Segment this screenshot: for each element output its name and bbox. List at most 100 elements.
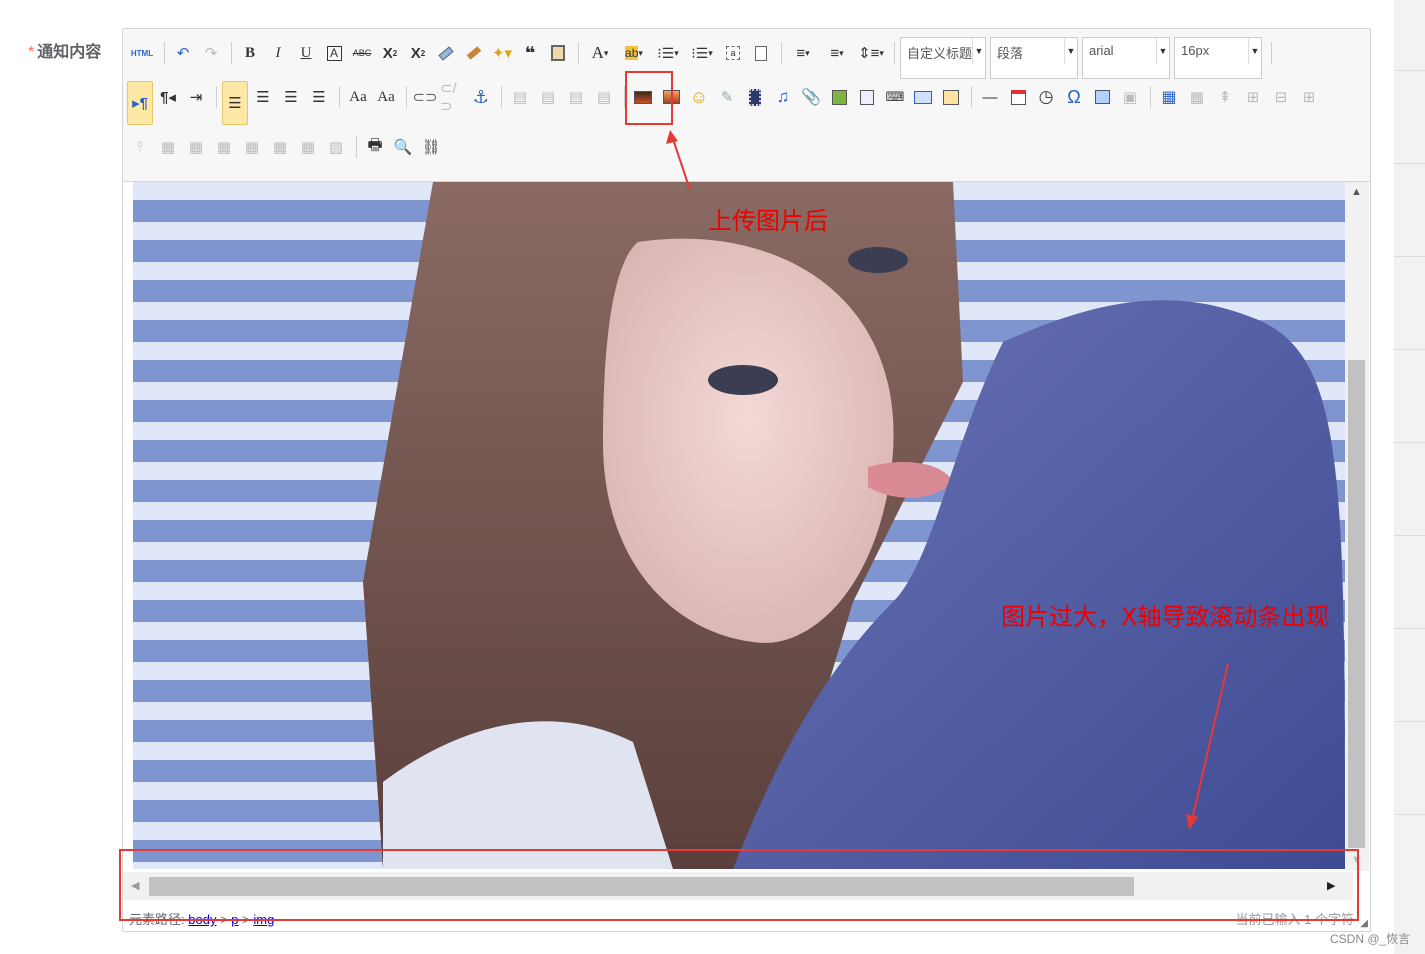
line-height-button[interactable]: ⇕≡ ▾ xyxy=(855,39,887,67)
custom-heading-select[interactable]: 自定义标题 ▼ xyxy=(900,37,986,79)
font-family-select[interactable]: arial ▼ xyxy=(1082,37,1170,79)
separator xyxy=(1150,86,1151,108)
scrawl-button[interactable]: ✎ xyxy=(714,83,740,111)
merge-down-button[interactable]: ▦ xyxy=(211,133,237,161)
separator xyxy=(164,42,165,64)
scroll-up-icon[interactable]: ▲ xyxy=(1351,186,1362,198)
csdn-watermark: CSDN @_恢言 xyxy=(1330,932,1411,946)
clear-doc-button[interactable] xyxy=(748,39,774,67)
font-color-button[interactable]: A ▾ xyxy=(584,39,616,67)
toolbar-row-1: HTML ↶ ↷ B I U A ABC X2 X2 ✦▾ ❝ A ▾ ab ▾ ⁝… xyxy=(127,33,1277,79)
uppercase-button[interactable]: Aa xyxy=(345,83,371,111)
ltr-direction-button[interactable]: ▸¶ xyxy=(127,81,153,125)
vertical-scrollbar[interactable]: ▲ ▼ xyxy=(1345,182,1369,871)
unlink-button[interactable]: ⊂/⊃ xyxy=(440,80,466,115)
uploaded-image[interactable] xyxy=(133,182,1345,869)
notice-content-label: * 通知内容 xyxy=(28,38,101,62)
merge-right-button[interactable]: ▦ xyxy=(183,133,209,161)
paste-plain-button[interactable] xyxy=(545,39,571,67)
merge-cells-button[interactable]: ▦ xyxy=(155,133,181,161)
image-left-button[interactable]: ▤ xyxy=(535,83,561,111)
split-to-rows-button[interactable]: ▦ xyxy=(267,133,293,161)
font-border-button[interactable]: A xyxy=(321,39,347,67)
delete-table-button[interactable]: ▦ xyxy=(1184,83,1210,111)
insert-col-button[interactable]: ⊞ xyxy=(1296,83,1322,111)
lowercase-button[interactable]: Aa xyxy=(373,83,399,111)
scroll-arrow xyxy=(1186,663,1229,830)
html-source-button[interactable]: HTML xyxy=(127,39,157,67)
music-button[interactable]: ♫ xyxy=(770,83,796,111)
preview-button[interactable]: 🔍 xyxy=(390,133,416,161)
resize-handle-icon[interactable]: ◢ xyxy=(1360,918,1368,929)
separator xyxy=(231,42,232,64)
format-painter-button[interactable] xyxy=(461,39,487,67)
insert-paragraph-before-table-button[interactable]: ⇞ xyxy=(1212,83,1238,111)
justify-full-button[interactable]: ☰ xyxy=(306,83,332,111)
redo-button[interactable]: ↷ xyxy=(198,39,224,67)
row-spacing-top-button[interactable]: ≡ ▾ xyxy=(787,39,819,67)
blockquote-button[interactable]: ❝ xyxy=(517,39,543,67)
upload-annotation: 上传图片后 xyxy=(708,207,828,235)
insert-frame-button[interactable] xyxy=(854,83,880,111)
superscript-button[interactable]: X2 xyxy=(377,39,403,67)
upload-arrow xyxy=(666,130,691,191)
undo-button[interactable]: ↶ xyxy=(170,39,196,67)
anchor-button[interactable]: ⚓ xyxy=(468,83,494,111)
split-to-cols-button[interactable]: ▦ xyxy=(295,133,321,161)
separator xyxy=(781,42,782,64)
page-break-button[interactable] xyxy=(910,83,936,111)
special-chars-button[interactable]: Ω xyxy=(1061,83,1087,111)
justify-right-button[interactable]: ☰ xyxy=(278,83,304,111)
rtl-direction-button[interactable]: ¶◂ xyxy=(155,83,181,111)
bold-button[interactable]: B xyxy=(237,39,263,67)
ordered-list-button[interactable]: ⁝☰ ▾ xyxy=(652,39,684,67)
justify-left-button[interactable]: ☰ xyxy=(222,81,248,125)
select-all-button[interactable]: a xyxy=(720,39,746,67)
strikethrough-button[interactable]: ABC xyxy=(349,39,375,67)
insert-table-button[interactable]: ▦ xyxy=(1156,83,1182,111)
justify-center-button[interactable]: ☰ xyxy=(250,83,276,111)
auto-typeset-button[interactable]: ✦▾ xyxy=(489,39,515,67)
image-right-button[interactable]: ▤ xyxy=(563,83,589,111)
image-center-button[interactable]: ▤ xyxy=(591,83,617,111)
insert-row-button[interactable]: ⊞ xyxy=(1240,83,1266,111)
row-spacing-bottom-button[interactable]: ≡ ▾ xyxy=(821,39,853,67)
font-border-icon: A xyxy=(326,45,342,61)
scrollbar-highlight-box xyxy=(119,849,1359,921)
indent-button[interactable]: ⇥ xyxy=(183,83,209,111)
insert-code-button[interactable]: ⌨ xyxy=(882,83,908,111)
time-button[interactable]: ◷ xyxy=(1033,83,1059,111)
delete-row-button[interactable]: ⊟ xyxy=(1268,83,1294,111)
remove-format-button[interactable] xyxy=(433,39,459,67)
subscript-button[interactable]: X2 xyxy=(405,39,431,67)
wordimage-button[interactable]: ▣ xyxy=(1117,83,1143,111)
attachment-button[interactable]: 📎 xyxy=(798,83,824,111)
right-gutter xyxy=(1394,0,1425,954)
insert-video-button[interactable] xyxy=(742,83,768,111)
emotion-button[interactable]: ☺ xyxy=(686,83,712,111)
charts-button[interactable]: ▧ xyxy=(323,133,349,161)
search-button[interactable]: ⛓ xyxy=(418,133,444,161)
date-button[interactable] xyxy=(1005,83,1031,111)
link-button[interactable]: ⊂⊃ xyxy=(412,83,438,111)
search-replace-button[interactable] xyxy=(1089,83,1115,111)
italic-button[interactable]: I xyxy=(265,39,291,67)
horizontal-rule-button[interactable]: — xyxy=(977,83,1003,111)
map-button[interactable] xyxy=(826,83,852,111)
paragraph-value: 段落 xyxy=(997,46,1024,61)
separator xyxy=(894,42,895,64)
split-to-cells-button[interactable]: ▦ xyxy=(239,133,265,161)
underline-button[interactable]: U xyxy=(293,39,319,67)
background-color-button[interactable]: ab ▾ xyxy=(618,39,650,67)
template-button[interactable] xyxy=(938,83,964,111)
vertical-scroll-thumb[interactable] xyxy=(1348,360,1365,848)
gutter-divider xyxy=(1394,721,1425,722)
separator xyxy=(501,86,502,108)
font-size-select[interactable]: 16px ▼ xyxy=(1174,37,1262,79)
delete-col-button[interactable]: ⫯ xyxy=(127,133,153,161)
print-button[interactable]: 🖶 xyxy=(362,133,388,161)
image-none-button[interactable]: ▤ xyxy=(507,83,533,111)
unordered-list-button[interactable]: ⁝☰ ▾ xyxy=(686,39,718,67)
paragraph-select[interactable]: 段落 ▼ xyxy=(990,37,1078,79)
upload-highlight-box xyxy=(625,71,673,125)
